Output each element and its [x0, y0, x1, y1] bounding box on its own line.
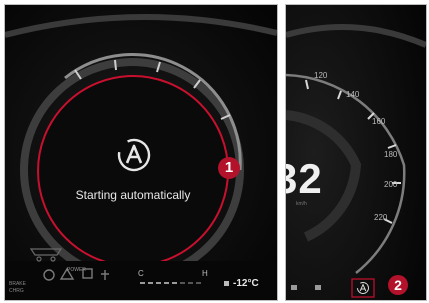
speed-unit: km/h — [296, 201, 307, 207]
speed-scale-160: 160 — [372, 117, 386, 126]
speed-scale-180: 180 — [384, 150, 398, 159]
left-instrument-panel: Starting automatically 1 POWER BRAKE CHR… — [4, 4, 278, 301]
speed-scale-220: 220 — [374, 213, 388, 222]
power-label: POWER — [67, 267, 86, 273]
callout-marker: 1 — [218, 157, 240, 179]
temp-c-label: C — [138, 269, 144, 278]
speed-scale-200: 200 — [384, 180, 398, 189]
status-text: Starting automatically — [75, 188, 191, 202]
outside-temperature: -12°C — [233, 278, 259, 289]
speed-scale-140: 140 — [346, 90, 360, 99]
temp-h-label: H — [202, 269, 208, 278]
callout-marker-2: 2 — [388, 275, 408, 295]
speed-scale-120: 120 — [314, 71, 328, 80]
auto-start-stop-indicator-icon — [357, 282, 369, 294]
charge-label: CHRG — [9, 288, 24, 294]
speed-readout: 32 — [286, 155, 323, 202]
speedometer-graphic — [286, 5, 426, 300]
brake-label: BRAKE — [9, 281, 26, 287]
right-instrument-panel: 120 140 160 180 200 220 32 km/h 2 — [285, 4, 427, 301]
auto-start-stop-icon — [117, 138, 151, 172]
